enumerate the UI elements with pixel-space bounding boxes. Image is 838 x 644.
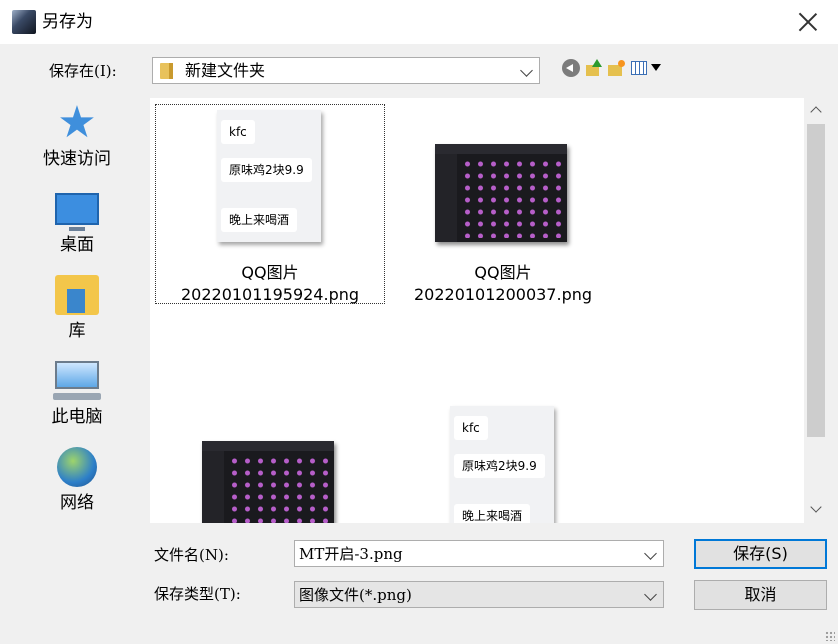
place-label: 快速访问 [43,149,111,169]
image-thumbnail: kfc 原味鸡2块9.9 晚上来喝酒 [450,406,554,523]
close-icon[interactable] [794,8,822,36]
lookin-dropdown[interactable]: 新建文件夹 [152,57,540,84]
image-thumbnail [435,144,567,242]
chevron-down-icon[interactable] [644,547,657,560]
file-name-line: QQ图片 [241,263,299,282]
place-this-pc[interactable]: 此电脑 [18,355,136,437]
back-icon[interactable] [562,59,580,77]
title-bar: 另存为 [0,0,838,44]
lookin-value: 新建文件夹 [185,61,266,80]
cancel-button[interactable]: 取消 [694,580,827,610]
resize-grip-icon[interactable] [825,631,835,641]
folder-icon [160,63,173,79]
file-item[interactable]: kfc 原味鸡2块9.9 晚上来喝酒 [388,398,618,523]
file-item[interactable]: kfc 原味鸡2块9.9 晚上来喝酒 QQ图片 20220101195924.p… [155,104,385,304]
chevron-down-icon [520,64,533,77]
filetype-select[interactable]: 图像文件(*.png) [294,581,664,608]
place-desktop[interactable]: 桌面 [18,183,136,265]
scroll-up-icon[interactable] [810,106,822,118]
place-label: 桌面 [60,235,94,255]
network-icon [57,447,97,487]
chat-bubble: 晚上来喝酒 [221,208,298,232]
filetype-label: 保存类型(T): [154,585,241,603]
place-quick-access[interactable]: ★ 快速访问 [18,97,136,179]
desktop-icon [55,193,99,231]
filetype-value: 图像文件(*.png) [299,586,412,604]
file-name: QQ图片 20220101200037.png [388,262,618,306]
file-item[interactable]: QQ图片 20220101200037.png [388,104,618,304]
filename-input[interactable]: MT开启-3.png [294,540,664,567]
place-label: 此电脑 [51,407,103,427]
chat-bubble: kfc [454,416,488,440]
image-thumbnail: kfc 原味鸡2块9.9 晚上来喝酒 [217,110,321,242]
library-icon [55,275,99,315]
file-list[interactable]: kfc 原味鸡2块9.9 晚上来喝酒 QQ图片 20220101195924.p… [150,98,828,523]
scroll-thumb[interactable] [807,124,825,437]
file-name: QQ图片 20220101195924.png [155,262,385,306]
place-label: 库 [68,321,86,341]
view-dropdown-arrow-icon[interactable] [651,64,661,71]
new-folder-icon[interactable] [608,59,626,77]
app-icon [12,10,36,34]
computer-icon [53,361,101,400]
place-network[interactable]: 网络 [18,441,136,523]
star-icon: ★ [57,97,97,148]
chat-bubble: 晚上来喝酒 [454,504,531,523]
file-name-line: QQ图片 [474,263,532,282]
up-folder-icon[interactable] [585,59,603,77]
filename-value: MT开启-3.png [299,545,403,563]
lookin-label: 保存在(I): [49,62,117,80]
place-label: 网络 [60,493,94,513]
file-name-line: 20220101195924.png [180,285,360,304]
image-thumbnail [202,441,334,523]
scroll-down-icon[interactable] [810,501,822,513]
chat-bubble: 原味鸡2块9.9 [454,454,545,478]
chat-bubble: 原味鸡2块9.9 [221,158,312,182]
places-bar: ★ 快速访问 桌面 库 此电脑 网络 [0,97,150,527]
file-name-line: 20220101200037.png [413,285,593,304]
view-menu-icon[interactable] [631,61,647,75]
chevron-down-icon [644,588,657,601]
file-item[interactable] [155,398,385,523]
filename-label: 文件名(N): [154,546,229,564]
chat-bubble: kfc [221,120,255,144]
place-library[interactable]: 库 [18,269,136,351]
vertical-scrollbar[interactable] [804,98,828,523]
save-button[interactable]: 保存(S) [694,539,827,569]
window-title: 另存为 [42,12,93,32]
